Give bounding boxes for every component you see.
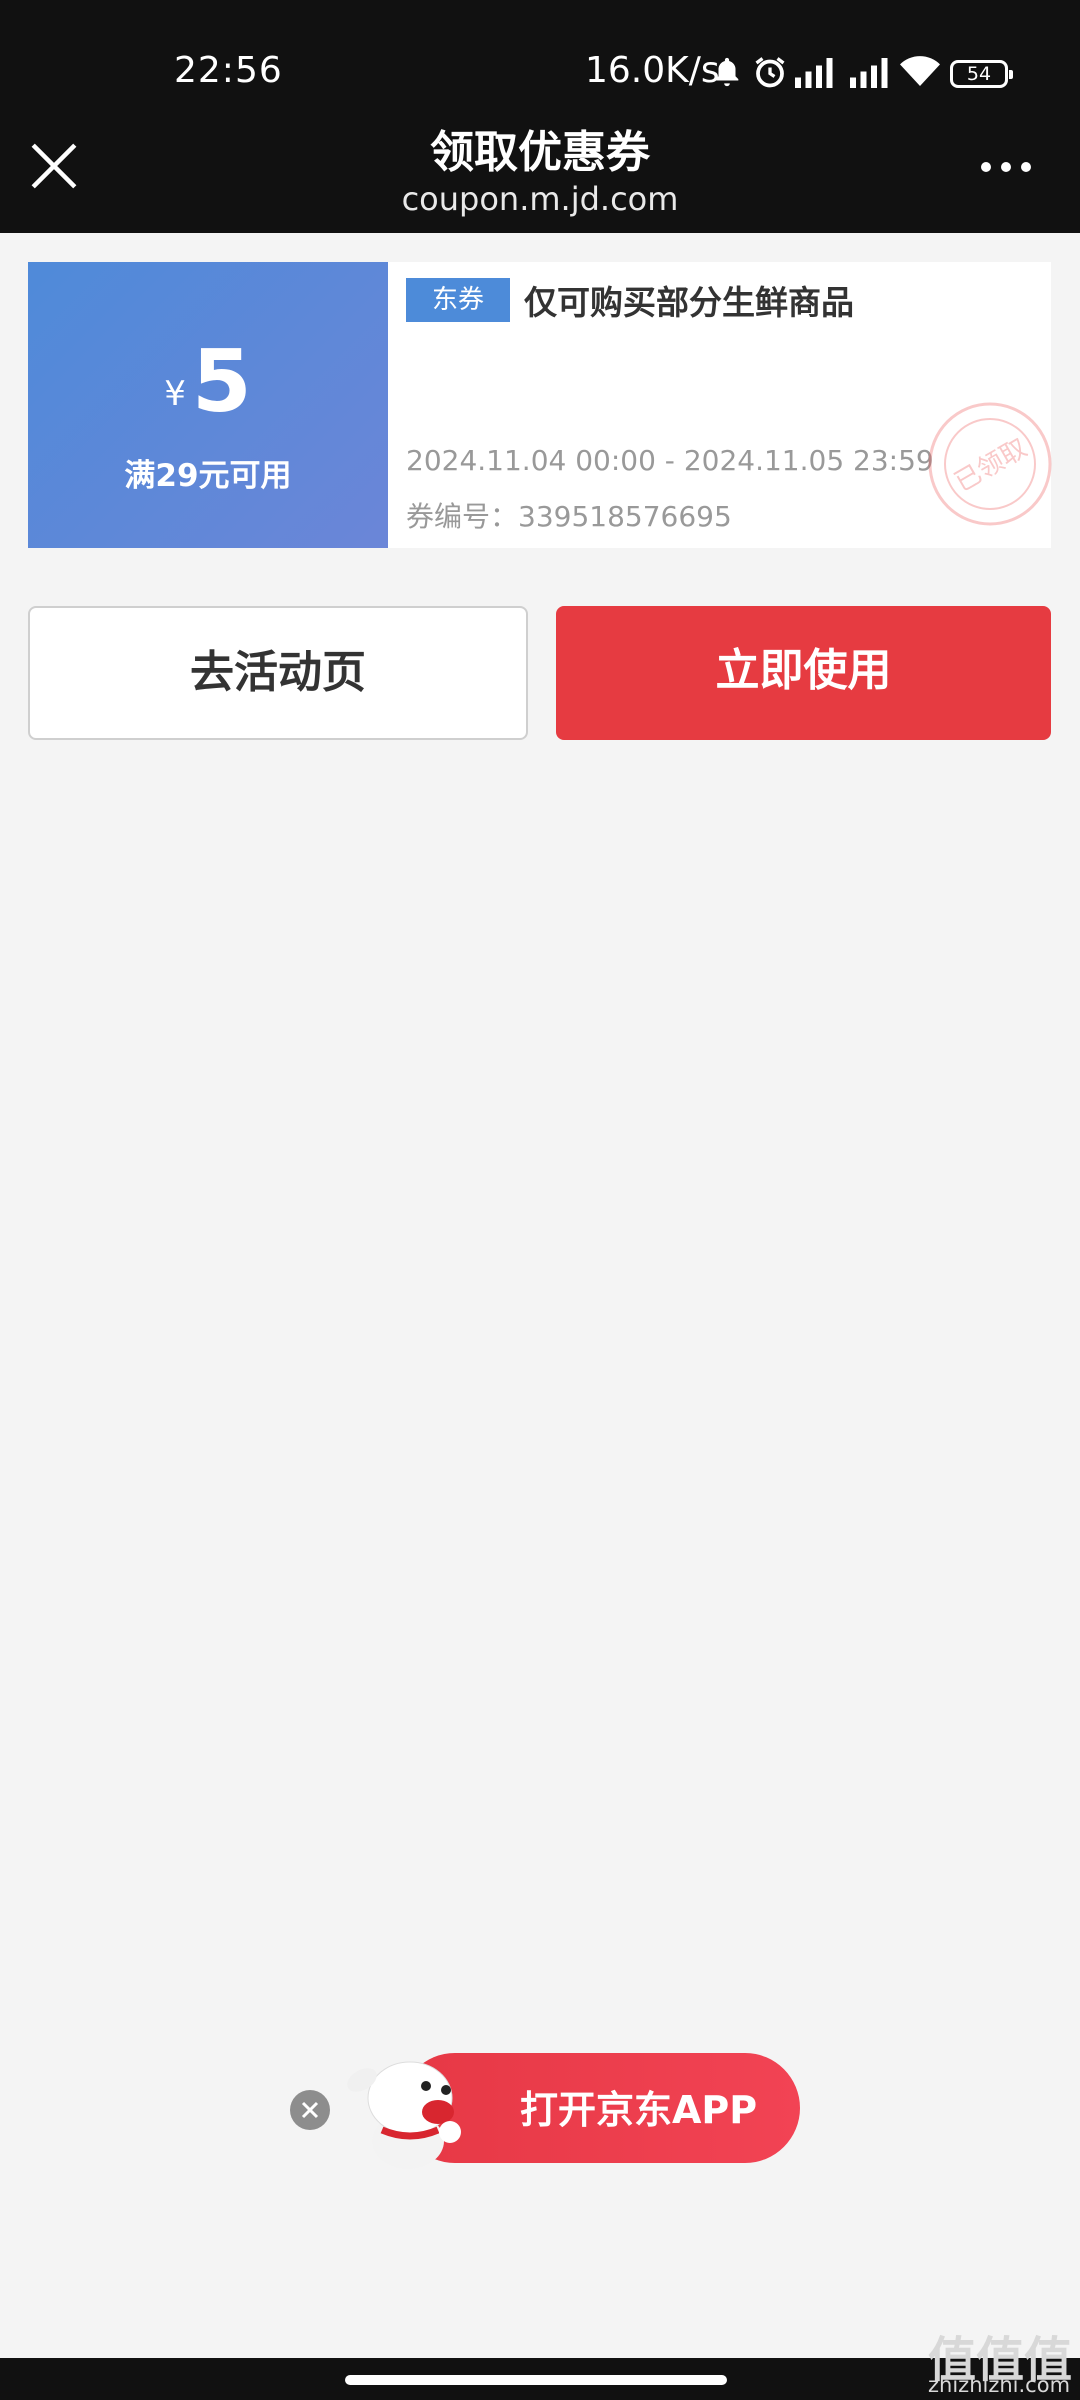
currency-symbol: ¥ [164,374,186,414]
close-banner-icon[interactable] [290,2090,330,2130]
battery-icon: 54 [950,60,1013,88]
open-app-label: 打开京东APP [520,2088,758,2132]
coupon-card: ¥5 满29元可用 东券 仅可购买部分生鲜商品 2024.11.04 00:00… [22,262,1052,548]
open-app-banner: 打开京东APP [290,2050,800,2170]
status-time: 22:56 [174,50,283,91]
status-bar: 22:56 16.0K/s 54 [0,0,1080,110]
signal-icon [850,58,888,88]
status-net-speed: 16.0K/s [585,50,720,91]
bell-icon [715,57,739,87]
go-activity-button[interactable]: 去活动页 [28,606,528,740]
coupon-tag: 东券 [406,278,510,322]
signal-icon [795,58,833,88]
page-title: 领取优惠券 [430,127,650,178]
coupon-validity: 2024.11.04 00:00 - 2024.11.05 23:59 [406,444,934,477]
top-bar: 22:56 16.0K/s 54 领取优惠券 coupon.m.jd.com [0,0,1080,233]
coupon-condition: 满29元可用 [124,458,292,494]
use-now-button[interactable]: 立即使用 [556,606,1051,740]
more-icon[interactable] [978,150,1034,184]
claimed-stamp: 已领取 [928,402,1052,526]
page-url: coupon.m.jd.com [401,180,679,218]
coupon-code: 券编号：339518576695 [406,500,732,533]
stamp-text: 已领取 [950,433,1033,498]
dog-mascot-icon [347,2061,461,2169]
alarm-icon [755,57,785,88]
coupon-details: 东券 仅可购买部分生鲜商品 2024.11.04 00:00 - 2024.11… [406,262,1052,548]
coupon-amount-row: ¥5 [28,332,388,432]
watermark-url: zhizhizhi.com [928,2373,1071,2397]
wifi-icon [900,56,940,86]
coupon-amount: 5 [191,332,252,432]
coupon-value-panel: ¥5 满29元可用 [22,262,388,548]
home-indicator[interactable] [345,2375,727,2385]
coupon-title: 仅可购买部分生鲜商品 [524,283,854,322]
